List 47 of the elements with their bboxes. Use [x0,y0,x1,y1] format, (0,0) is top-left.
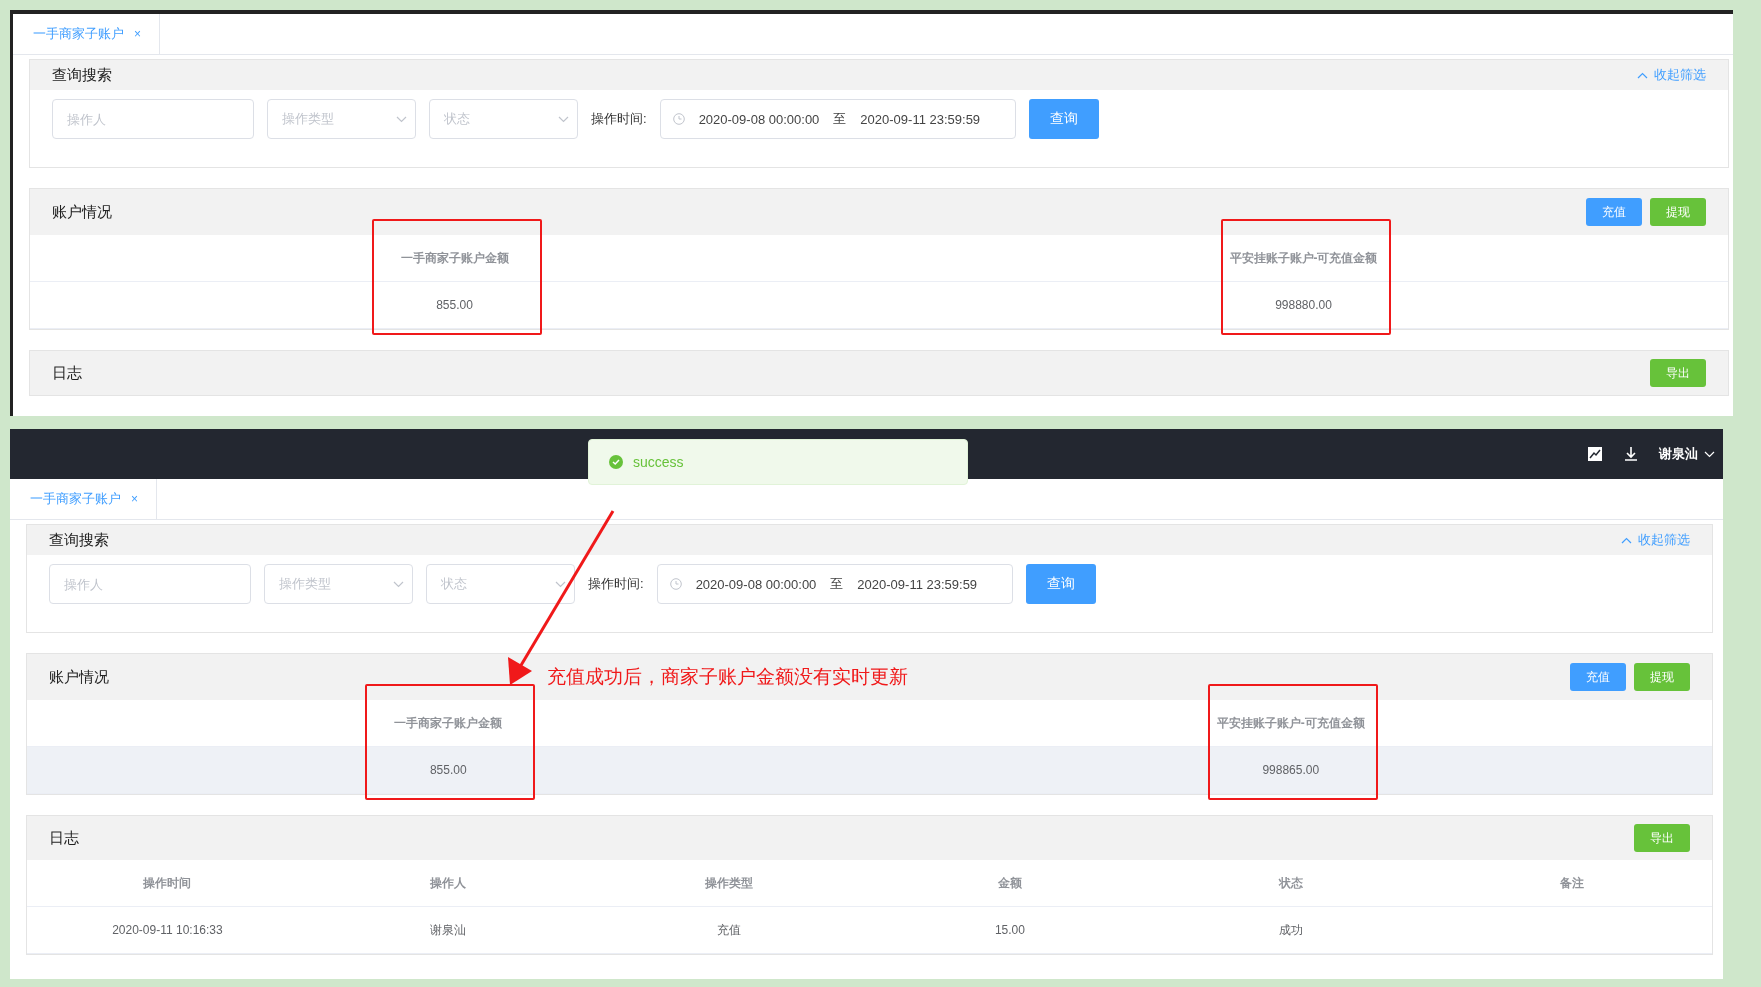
withdraw-button[interactable]: 提现 [1634,663,1690,691]
collapse-filter-link[interactable]: 收起筛选 [1637,66,1706,84]
panel-title: 日志 [52,363,82,383]
chevron-up-icon [1637,71,1648,79]
chevron-down-icon [555,580,566,588]
download-icon[interactable] [1623,446,1639,462]
close-icon[interactable]: × [131,492,138,506]
query-button[interactable]: 查询 [1025,564,1096,604]
operator-field[interactable]: 操作人 [52,99,254,139]
recharge-button[interactable]: 充值 [1570,663,1626,691]
recharge-button[interactable]: 充值 [1586,198,1642,226]
table-cell: 855.00 [27,747,870,794]
annotation-text: 充值成功后，商家子账户金额没有实时更新 [547,665,908,689]
panel-title: 账户情况 [52,202,112,222]
export-button[interactable]: 导出 [1650,359,1706,387]
panel-title: 账户情况 [49,667,109,687]
panel-title: 查询搜索 [52,65,112,85]
chevron-down-icon [393,580,404,588]
clock-icon [669,578,682,590]
status-select[interactable]: 状态 [426,564,575,604]
chevron-down-icon [396,115,407,123]
export-button[interactable]: 导出 [1634,824,1690,852]
tab-label: 一手商家子账户 [33,25,124,43]
table-cell: 998865.00 [869,747,1712,794]
type-select[interactable]: 操作类型 [264,564,413,604]
type-select[interactable]: 操作类型 [267,99,416,139]
caret-icon [1704,450,1715,458]
check-circle-icon [609,455,623,469]
status-select[interactable]: 状态 [429,99,578,139]
panel-title: 日志 [49,828,79,848]
time-label: 操作时间: [588,575,644,593]
chevron-up-icon [1621,536,1632,544]
user-menu[interactable]: 谢泉汕 [1659,445,1715,463]
toast-message: success [633,454,684,470]
panel-title: 查询搜索 [49,530,109,550]
clock-icon [672,113,685,125]
date-range-field[interactable]: 2020-09-08 00:00:00 至 2020-09-11 23:59:59 [659,99,1016,139]
chart-icon[interactable] [1587,446,1603,462]
tab-label: 一手商家子账户 [30,490,121,508]
close-icon[interactable]: × [134,27,141,41]
collapse-filter-link[interactable]: 收起筛选 [1621,531,1690,549]
chevron-down-icon [558,115,569,123]
operator-field[interactable]: 操作人 [49,564,251,604]
time-label: 操作时间: [591,110,647,128]
withdraw-button[interactable]: 提现 [1650,198,1706,226]
query-button[interactable]: 查询 [1028,99,1099,139]
date-range-field[interactable]: 2020-09-08 00:00:00 至 2020-09-11 23:59:59 [656,564,1013,604]
